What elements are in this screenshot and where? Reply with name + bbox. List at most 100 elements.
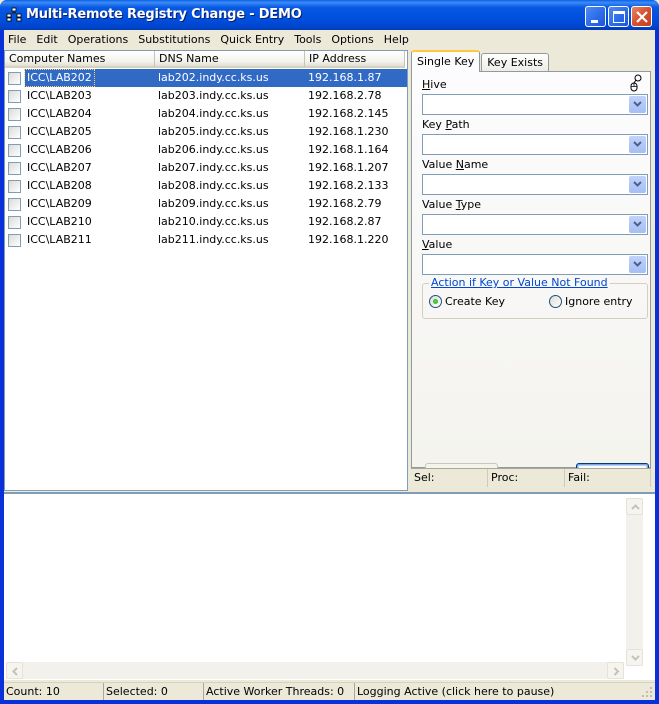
menu-edit[interactable]: Edit (31, 30, 62, 49)
row-checkbox[interactable] (8, 126, 21, 139)
tab-key-exists[interactable]: Key Exists (481, 53, 549, 72)
value-type-label: Value Type (422, 198, 481, 211)
row-checkbox[interactable] (8, 198, 21, 211)
dns-name: lab204.indy.cc.ks.us (158, 107, 269, 120)
menu-quick-entry[interactable]: Quick Entry (215, 30, 289, 49)
hive-dropdown-button[interactable] (629, 96, 646, 113)
value-type-dropdown-button[interactable] (629, 216, 646, 233)
scroll-down-button[interactable] (626, 649, 643, 666)
close-button[interactable] (631, 6, 652, 27)
fail-count: Fail: (565, 469, 651, 487)
menu-tools[interactable]: Tools (289, 30, 326, 49)
status-bar: Count: 10 Selected: 0 Active Worker Thre… (4, 682, 655, 700)
computer-row[interactable]: ICC\LAB206 lab206.indy.cc.ks.us 192.168.1.… (5, 141, 407, 159)
value-dropdown-button[interactable] (629, 256, 646, 273)
computer-name: ICC\LAB210 (27, 215, 92, 228)
computer-row[interactable]: ICC\LAB204 lab204.indy.cc.ks.us 192.168.2.… (5, 105, 407, 123)
row-checkbox[interactable] (8, 108, 21, 121)
menu-operations[interactable]: Operations (63, 30, 133, 49)
menu-help[interactable]: Help (379, 30, 414, 49)
row-checkbox[interactable] (8, 72, 21, 85)
computer-row[interactable]: ICC\LAB202 lab202.indy.cc.ks.us 192.168.1.… (5, 69, 407, 87)
value-type-combo[interactable] (422, 214, 648, 235)
computer-name: ICC\LAB208 (27, 179, 92, 192)
create-key-label: Create Key (445, 294, 505, 308)
value-label: Value (422, 238, 453, 251)
ip-address: 192.168.2.78 (308, 89, 382, 102)
title-bar[interactable]: Multi-Remote Registry Change - DEMO (0, 0, 659, 30)
chevron-down-icon (633, 101, 642, 107)
computer-name: ICC\LAB205 (27, 125, 92, 138)
computer-name: ICC\LAB211 (27, 233, 92, 246)
row-checkbox[interactable] (8, 216, 21, 229)
scroll-right-button[interactable] (607, 662, 624, 679)
chevron-up-icon (631, 504, 640, 510)
operation-panel: Single Key Key Exists Hive Key Path Valu… (411, 50, 655, 491)
window-title: Multi-Remote Registry Change - DEMO (26, 7, 302, 22)
status-count: Count: 10 (4, 683, 104, 700)
ip-address: 192.168.1.220 (308, 233, 389, 246)
computer-row[interactable]: ICC\LAB211 lab211.indy.cc.ks.us 192.168.1.… (5, 231, 407, 249)
run-stats-bar: Sel: Proc: Fail: (411, 468, 651, 487)
menu-options[interactable]: Options (326, 30, 378, 49)
list-body: ICC\LAB202 lab202.indy.cc.ks.us 192.168.1.… (5, 69, 407, 249)
column-header-dns-name[interactable]: DNS Name (155, 51, 305, 68)
logging-toggle[interactable]: Logging Active (click here to pause) (355, 683, 645, 700)
resize-grip-icon[interactable] (641, 686, 653, 698)
row-checkbox[interactable] (8, 180, 21, 193)
hive-combo[interactable] (422, 94, 648, 115)
dns-name: lab207.indy.cc.ks.us (158, 161, 269, 174)
create-key-radio[interactable]: Create Key (429, 294, 505, 308)
maximize-icon (613, 11, 625, 23)
computer-list[interactable]: Computer Names DNS Name IP Address ICC\L… (4, 50, 408, 491)
computer-row[interactable]: ICC\LAB203 lab203.indy.cc.ks.us 192.168.2.… (5, 87, 407, 105)
row-checkbox[interactable] (8, 162, 21, 175)
value-name-combo[interactable] (422, 174, 648, 195)
ip-address: 192.168.1.207 (308, 161, 389, 174)
log-area[interactable] (4, 492, 655, 680)
maximize-button[interactable] (608, 6, 629, 27)
computer-row[interactable]: ICC\LAB208 lab208.indy.cc.ks.us 192.168.2.… (5, 177, 407, 195)
chevron-right-icon (613, 667, 620, 676)
chevron-down-icon (633, 221, 642, 227)
column-header-ip-address[interactable]: IP Address (305, 51, 405, 68)
key-path-combo[interactable] (422, 134, 648, 155)
dns-name: lab206.indy.cc.ks.us (158, 143, 269, 156)
dns-name: lab210.indy.cc.ks.us (158, 215, 269, 228)
network-computers-icon (6, 7, 22, 23)
minimize-button[interactable] (585, 6, 606, 27)
tab-single-key[interactable]: Single Key (411, 50, 481, 72)
computer-row[interactable]: ICC\LAB205 lab205.indy.cc.ks.us 192.168.1.… (5, 123, 407, 141)
computer-row[interactable]: ICC\LAB207 lab207.indy.cc.ks.us 192.168.1.… (5, 159, 407, 177)
menu-file[interactable]: File (4, 30, 31, 49)
log-horizontal-scrollbar[interactable] (6, 662, 624, 679)
row-checkbox[interactable] (8, 234, 21, 247)
value-name-dropdown-button[interactable] (629, 176, 646, 193)
row-checkbox[interactable] (8, 144, 21, 157)
row-checkbox[interactable] (8, 90, 21, 103)
radio-selected-indicator (429, 294, 442, 308)
key-path-dropdown-button[interactable] (629, 136, 646, 153)
log-vertical-scrollbar[interactable] (626, 498, 643, 666)
action-groupbox: Action if Key or Value Not Found Create … (422, 276, 648, 319)
menu-substitutions[interactable]: Substitutions (133, 30, 215, 49)
mouse-icon[interactable] (630, 74, 642, 95)
list-header: Computer Names DNS Name IP Address (5, 51, 407, 68)
computer-row[interactable]: ICC\LAB210 lab210.indy.cc.ks.us 192.168.2.… (5, 213, 407, 231)
app-window: Multi-Remote Registry Change - DEMO File… (0, 0, 659, 704)
hive-label: Hive (422, 78, 447, 91)
proc-count: Proc: (488, 469, 565, 487)
column-header-computer-names[interactable]: Computer Names (5, 51, 155, 68)
computer-name: ICC\LAB206 (27, 143, 92, 156)
ip-address: 192.168.2.145 (308, 107, 389, 120)
ignore-entry-radio[interactable]: Ignore entry (549, 294, 633, 308)
computer-name: ICC\LAB204 (27, 107, 92, 120)
computer-name: ICC\LAB207 (27, 161, 92, 174)
scroll-left-button[interactable] (6, 662, 23, 679)
computer-row[interactable]: ICC\LAB209 lab209.indy.cc.ks.us 192.168.2.… (5, 195, 407, 213)
menu-bar: File Edit Operations Substitutions Quick… (4, 30, 655, 49)
minimize-icon (591, 20, 598, 23)
value-combo[interactable] (422, 254, 648, 275)
ip-address: 192.168.2.133 (308, 179, 389, 192)
scroll-up-button[interactable] (626, 498, 643, 515)
